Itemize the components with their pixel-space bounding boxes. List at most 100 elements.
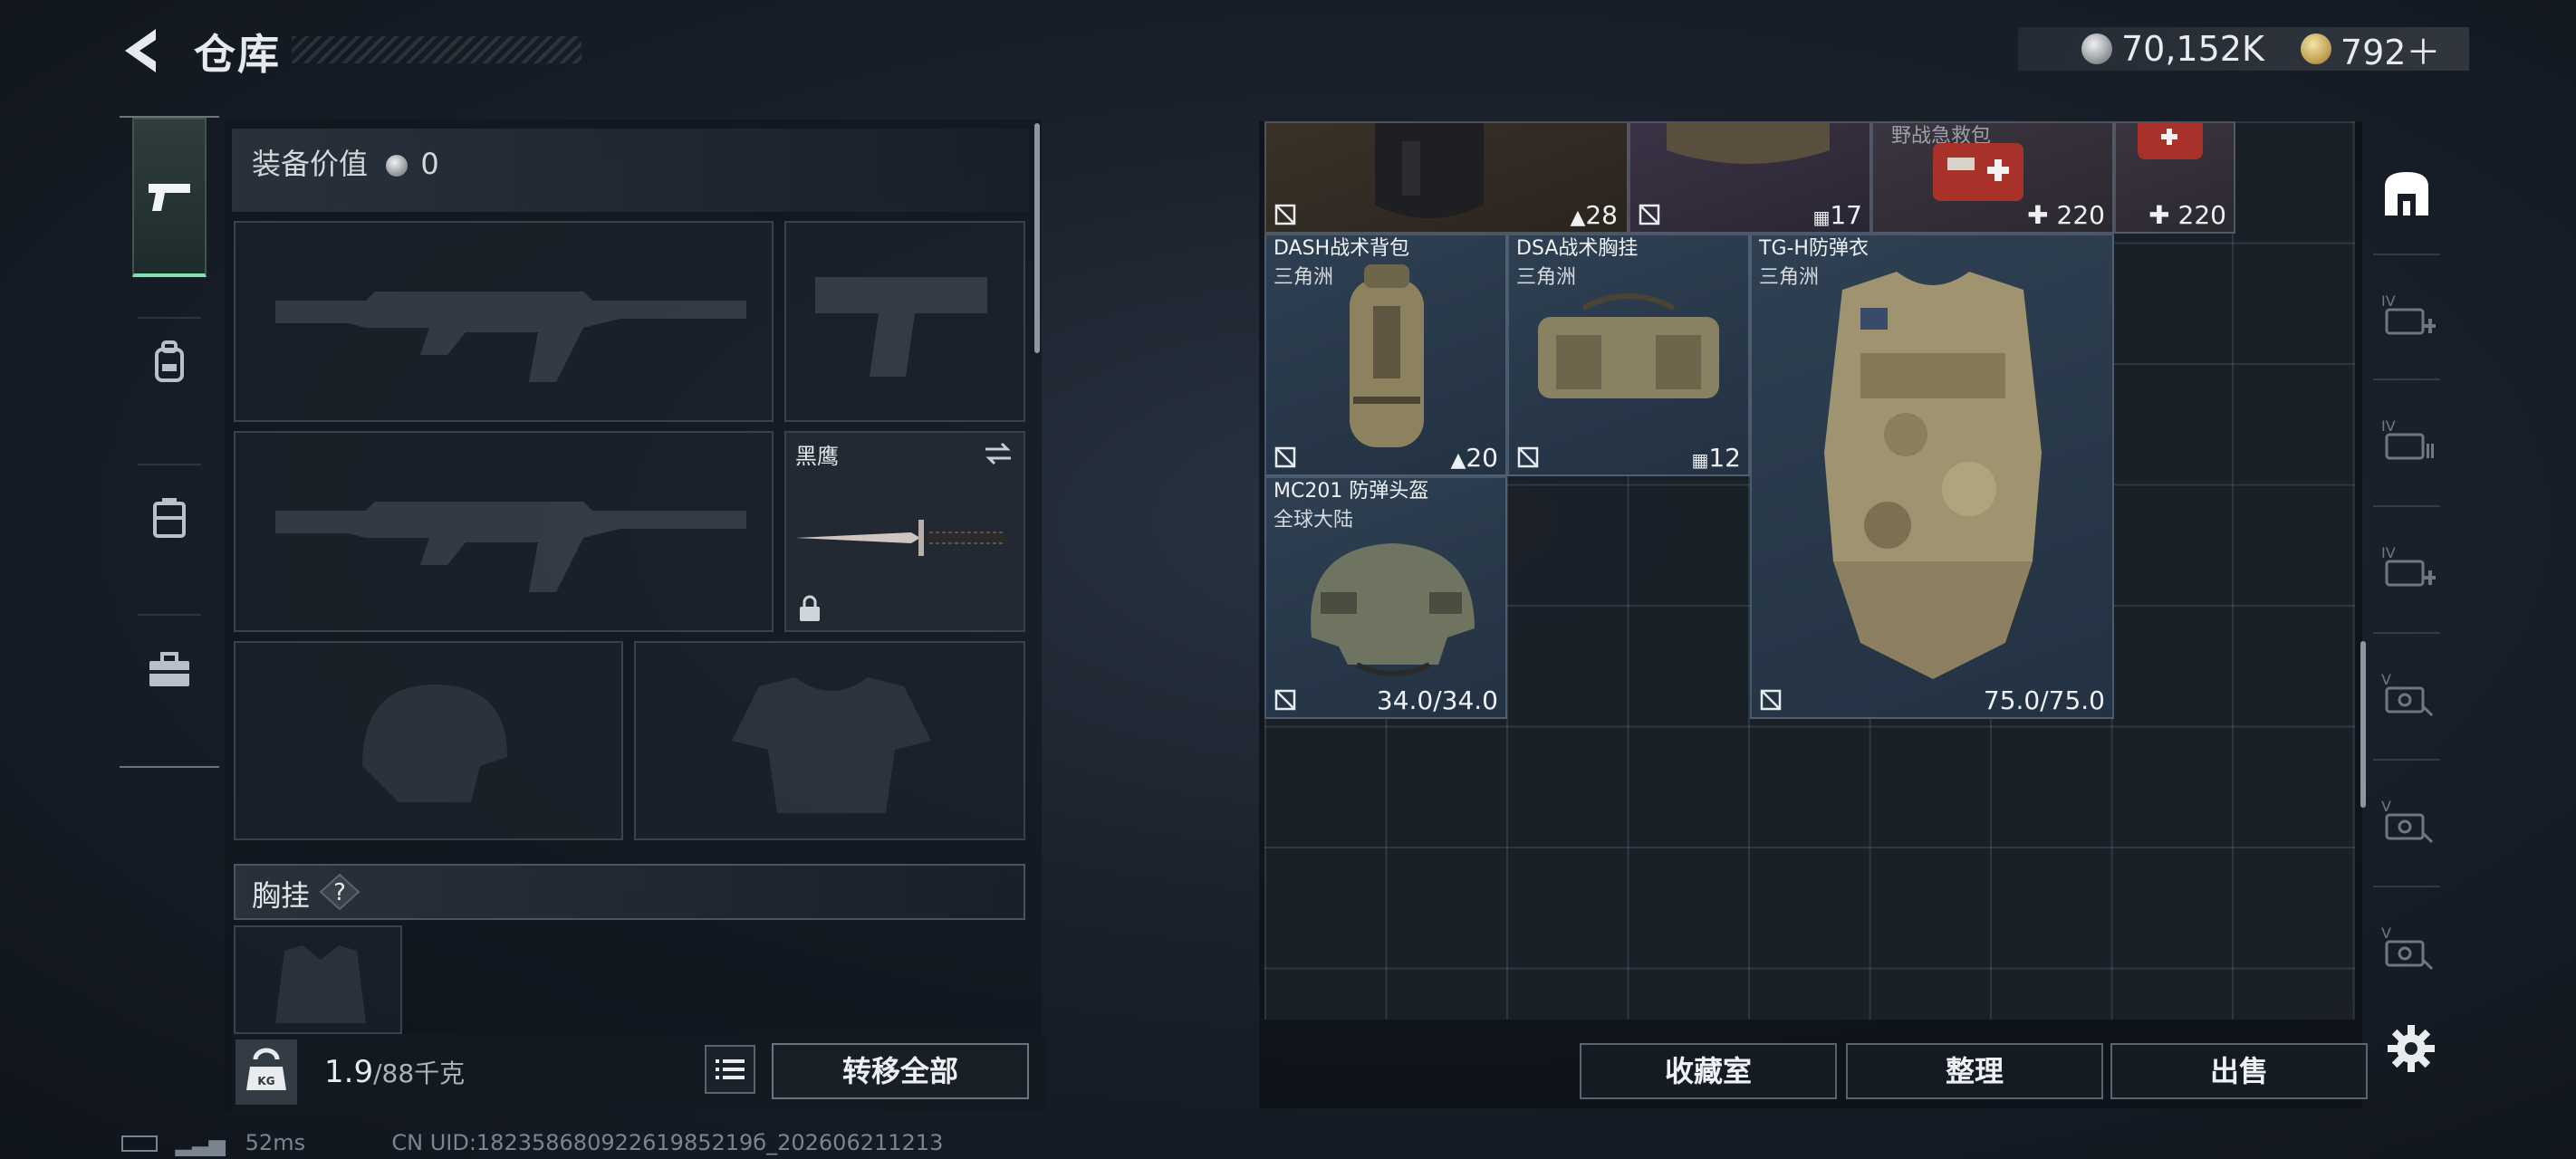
equipment-scrollbar[interactable] <box>1034 123 1040 353</box>
assault-rifle-placeholder-icon <box>275 502 746 592</box>
primary-weapon-slot-1[interactable] <box>234 221 774 422</box>
weight-readout: 1.9/88千克 <box>324 1054 465 1090</box>
gold-coin-icon <box>2300 34 2331 64</box>
pistol-icon <box>149 184 190 211</box>
chevron-left-icon <box>125 29 156 72</box>
organize-button[interactable]: 整理 <box>1846 1043 2103 1099</box>
currency-bar[interactable]: 70,152K 792＋ <box>2018 27 2469 72</box>
stash-expand-button-3[interactable]: IV <box>2364 512 2449 621</box>
lock-icon <box>800 595 820 621</box>
no-sell-icon <box>1274 689 1296 711</box>
stash-home-icon <box>2385 172 2428 216</box>
equipment-value-label: 装备价值 <box>252 147 369 181</box>
svg-text:KG: KG <box>257 1075 274 1087</box>
tab-weapons[interactable] <box>132 118 207 277</box>
settings-button[interactable] <box>2386 1023 2437 1074</box>
stash-v-icon: V <box>2381 924 2434 971</box>
svg-text:?: ? <box>333 879 346 906</box>
armor-placeholder-icon <box>732 677 931 813</box>
stash-item-tgh-armor[interactable]: TG-H防弹衣 三角洲 75.0/75.0 <box>1750 234 2114 719</box>
stash-item-backpack-top[interactable]: ▲28 <box>1264 121 1629 234</box>
armor-slot[interactable] <box>634 641 1025 840</box>
backpack-icon <box>155 340 184 382</box>
no-sell-icon <box>1274 446 1296 468</box>
ping-text: 52ms <box>245 1130 306 1155</box>
status-bar: ▂▃▅ 52ms CN UID:18235868092261985219б_20… <box>121 1130 943 1156</box>
chest-rig-item-icon <box>1538 293 1719 398</box>
primary-weapon-slot-2[interactable] <box>234 431 774 632</box>
svg-text:V: V <box>2381 671 2391 688</box>
chest-rig-item-icon <box>1667 123 1830 164</box>
vest-small-icon: ▦ <box>1691 449 1709 471</box>
gear-icon <box>2388 1025 2435 1072</box>
melee-name: 黑鹰 <box>795 444 839 469</box>
backpack-item-icon <box>1350 264 1424 447</box>
stash-grid[interactable]: ▲28 ▦17 野战急救包 ✚ 220 ✚ 220 DASH战术背包 三角洲 ▲… <box>1264 121 2355 1020</box>
item-origin: 三角洲 <box>1516 266 1577 289</box>
stash-item-dash-backpack[interactable]: DASH战术背包 三角洲 ▲20 <box>1264 234 1507 476</box>
no-sell-icon <box>1639 204 1660 225</box>
stash-page-button-6[interactable]: V <box>2364 893 2449 1001</box>
equipment-value-amount: 0 <box>420 147 439 181</box>
weight-current: 1.9 <box>324 1054 374 1090</box>
kettlebell-icon: KG <box>246 1048 286 1090</box>
chest-rig-slot[interactable] <box>234 925 402 1034</box>
stash-page-button-5[interactable]: V <box>2364 766 2449 875</box>
item-capacity: ▲28 <box>1570 200 1618 230</box>
svg-text:IV: IV <box>2381 417 2396 435</box>
title-decoration <box>292 36 582 63</box>
weight-icon-box: KG <box>235 1039 297 1105</box>
tab-chest-rig[interactable] <box>132 445 207 590</box>
item-capacity: ▦12 <box>1691 443 1741 473</box>
chest-rig-placeholder-icon <box>275 945 366 1023</box>
item-durability: ✚ 220 <box>2027 200 2105 230</box>
tab-backpack[interactable] <box>132 290 207 435</box>
help-button[interactable]: ? <box>319 873 360 911</box>
no-sell-icon <box>1274 204 1296 225</box>
expand-stash-iv-icon: IV <box>2381 544 2436 587</box>
stash-item-medkit-2[interactable]: ✚ 220 <box>2114 121 2235 234</box>
stash-iv-icon: IV <box>2381 417 2434 460</box>
transfer-all-button[interactable]: 转移全部 <box>772 1043 1029 1099</box>
svg-text:IV: IV <box>2381 292 2396 310</box>
equipment-value: 装备价值 0 <box>252 141 439 183</box>
stash-page-sidebar: IV IV IV V V V <box>2364 127 2449 1023</box>
back-button[interactable] <box>120 25 161 76</box>
backpack-item-icon <box>1375 123 1484 218</box>
helmet-placeholder-icon <box>362 685 507 802</box>
item-origin: 三角洲 <box>1274 266 1334 289</box>
sell-button[interactable]: 出售 <box>2110 1043 2368 1099</box>
collection-room-button[interactable]: 收藏室 <box>1580 1043 1837 1099</box>
assault-rifle-placeholder-icon <box>275 292 746 382</box>
stash-item-vest-top[interactable]: ▦17 <box>1629 121 1871 234</box>
stash-page-button-2[interactable]: IV <box>2364 386 2449 494</box>
stash-item-mc201-helmet[interactable]: MC201 防弹头盔 全球大陆 34.0/34.0 <box>1264 476 1507 719</box>
svg-text:V: V <box>2381 924 2391 942</box>
helmet-item-icon <box>1311 543 1475 676</box>
list-icon <box>716 1059 745 1079</box>
swap-icon[interactable] <box>982 440 1014 467</box>
item-capacity: ▲20 <box>1450 443 1498 473</box>
helmet-slot[interactable] <box>234 641 623 840</box>
plus-icon: ✚ <box>2027 200 2049 230</box>
question-icon: ? <box>319 873 360 911</box>
plus-icon: ✚ <box>2148 200 2170 230</box>
stash-expand-button-1[interactable]: IV <box>2364 261 2449 369</box>
armor-item-icon <box>1824 272 2042 679</box>
stash-home-button[interactable] <box>2364 139 2449 248</box>
item-durability: ✚ 220 <box>2148 200 2226 230</box>
svg-text:V: V <box>2381 798 2391 815</box>
melee-slot[interactable]: 黑鹰 <box>784 431 1025 632</box>
sidearm-slot[interactable] <box>784 221 1025 422</box>
item-name: DSA战术胸挂 <box>1516 237 1639 260</box>
silver-coin-icon <box>386 155 409 177</box>
stash-v-icon: V <box>2381 671 2434 717</box>
stash-v-icon: V <box>2381 798 2434 844</box>
stash-item-dsa-chest-rig[interactable]: DSA战术胸挂 三角洲 ▦12 <box>1507 234 1750 476</box>
silver-amount: 70,152K <box>2121 29 2264 69</box>
stash-page-button-4[interactable]: V <box>2364 639 2449 748</box>
list-view-button[interactable] <box>705 1045 755 1094</box>
tab-toolbox[interactable] <box>132 598 207 742</box>
stash-item-medkit-1[interactable]: 野战急救包 ✚ 220 <box>1871 121 2114 234</box>
chest-rig-label: 胸挂 <box>252 878 311 913</box>
